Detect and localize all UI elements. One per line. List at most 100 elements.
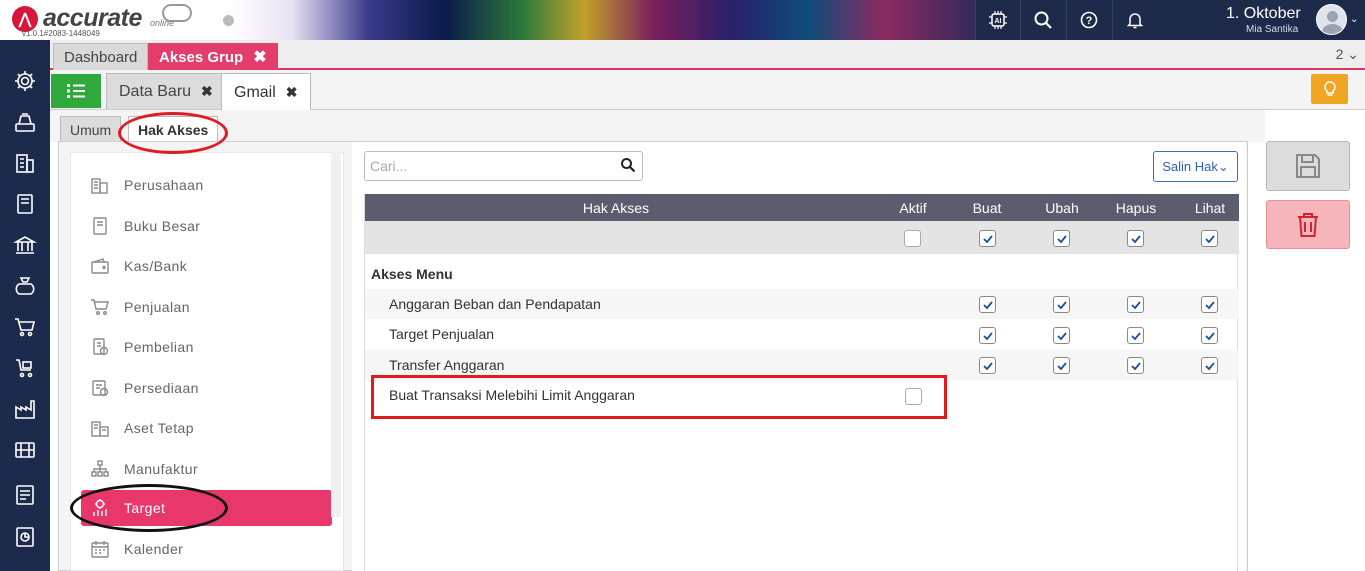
module-item-perusahaan[interactable]: Perusahaan [81,167,332,203]
tab-label: Akses Grup [159,48,244,66]
buat-checkbox[interactable] [979,327,996,344]
close-icon[interactable]: ✖ [253,47,266,67]
close-icon[interactable]: ✖ [286,84,298,101]
module-item-penjualan[interactable]: Penjualan [81,289,332,325]
search-icon[interactable] [620,157,636,173]
current-date: 1. Oktober [1226,5,1301,22]
tab-gmail[interactable]: Gmail ✖ [221,73,311,111]
list-icon [67,84,85,98]
avatar[interactable] [1316,4,1347,35]
ubah-checkbox[interactable] [1053,357,1070,374]
list-menu-button[interactable] [51,74,101,108]
lightbulb-icon [1323,81,1336,96]
buat-checkbox[interactable] [979,357,996,374]
building-icon[interactable] [0,144,50,182]
user-name: Mia Santika [1246,24,1299,35]
hapus-checkbox[interactable] [1127,296,1144,313]
purchase-icon[interactable] [0,349,50,387]
ubah-checkbox[interactable] [1053,296,1070,313]
cart-icon [90,297,110,317]
select-all-lihat-checkbox[interactable] [1201,230,1218,247]
module-label: Aset Tetap [124,420,194,436]
permission-label: Target Penjualan [389,326,495,342]
cart-icon[interactable] [0,308,50,346]
hapus-checkbox[interactable] [1127,327,1144,344]
select-all-buat-checkbox[interactable] [979,230,996,247]
bank-icon[interactable] [0,226,50,264]
module-label: Pembelian [124,339,194,355]
delete-button[interactable] [1266,200,1350,249]
tab-label: Gmail [234,83,276,101]
module-item-buku-besar[interactable]: Buku Besar [81,208,332,244]
purchase-icon [90,337,110,357]
tips-button[interactable] [1311,74,1348,104]
logo-mark-icon: ⋀ [12,5,38,32]
book-icon[interactable] [0,185,50,223]
status-dot [223,15,234,26]
close-icon[interactable]: ✖ [201,83,213,100]
module-item-pembelian[interactable]: Pembelian [81,329,332,365]
copy-permissions-button[interactable]: Salin Hak⌄ [1153,151,1238,182]
help-icon[interactable]: ? [1066,0,1110,40]
search-input[interactable] [370,157,610,175]
search-icon[interactable] [1020,0,1064,40]
version-label: v1.0.1#2083-1448049 [22,29,100,38]
tab-label: Dashboard [64,48,138,66]
ai-icon[interactable]: AI [975,0,1019,40]
module-item-aset-tetap[interactable]: Aset Tetap [81,410,332,446]
table-header: Hak Akses Aktif Buat Ubah Hapus Lihat [365,194,1239,221]
header-decoration [230,0,1000,40]
ubah-checkbox[interactable] [1053,327,1070,344]
section-header: Akses Menu [371,266,453,282]
module-item-kas-bank[interactable]: Kas/Bank [81,248,332,284]
top-bar: ⋀ accurate online v1.0.1#2083-1448049 AI… [0,0,1365,40]
svg-text:AI: AI [994,18,1001,25]
tab-label: Data Baru [119,82,192,100]
manufacture-icon [90,459,110,479]
chevron-down-icon[interactable]: ⌄ [1350,14,1358,25]
module-label: Manufaktur [124,461,199,477]
module-item-manufaktur[interactable]: Manufaktur [81,451,332,487]
settings-icon[interactable] [0,62,50,100]
module-label: Kas/Bank [124,258,188,274]
tab-dashboard[interactable]: Dashboard [53,43,149,70]
inventory-icon [90,378,110,398]
buat-checkbox[interactable] [979,296,996,313]
select-all-ubah-checkbox[interactable] [1053,230,1070,247]
report-icon[interactable] [0,518,50,556]
annotation-box-limit-row [371,375,947,419]
search-box [364,151,643,181]
tab-umum[interactable]: Umum [60,116,122,142]
module-item-persediaan[interactable]: Persediaan [81,370,332,406]
lihat-checkbox[interactable] [1201,357,1218,374]
table-row: Target Penjualan [365,319,1239,349]
annotation-circle-hak-akses [118,112,228,154]
record-tab-bar: Data Baru ✖ Gmail ✖ [50,70,1365,111]
factory-icon[interactable] [0,390,50,428]
column-header-hapus: Hapus [1115,199,1157,216]
money-bag-icon[interactable] [0,267,50,305]
save-button[interactable] [1266,141,1350,191]
tab-akses-grup[interactable]: Akses Grup ✖ [148,43,278,70]
tab-label: Umum [70,121,112,138]
tab-count-dropdown[interactable]: 2 ⌄ [1336,46,1359,63]
module-label: Buku Besar [124,218,201,234]
save-icon [1296,154,1320,178]
module-label: Kalender [124,541,184,557]
module-item-kalender[interactable]: Kalender [81,531,332,567]
module-list-scrollbar[interactable] [331,152,341,517]
lihat-checkbox[interactable] [1201,296,1218,313]
tab-data-baru[interactable]: Data Baru ✖ [106,73,226,109]
sidebar [0,40,50,571]
select-all-hapus-checkbox[interactable] [1127,230,1144,247]
inventory-icon[interactable] [0,431,50,469]
cashier-icon[interactable] [0,103,50,141]
wallet-icon [90,256,110,276]
column-header-hak-akses: Hak Akses [582,199,650,216]
table-row: Anggaran Beban dan Pendapatan [365,289,1239,319]
hapus-checkbox[interactable] [1127,357,1144,374]
tax-icon[interactable] [0,476,50,514]
select-all-aktif-checkbox[interactable] [904,230,921,247]
lihat-checkbox[interactable] [1201,327,1218,344]
bell-icon[interactable] [1112,0,1156,40]
